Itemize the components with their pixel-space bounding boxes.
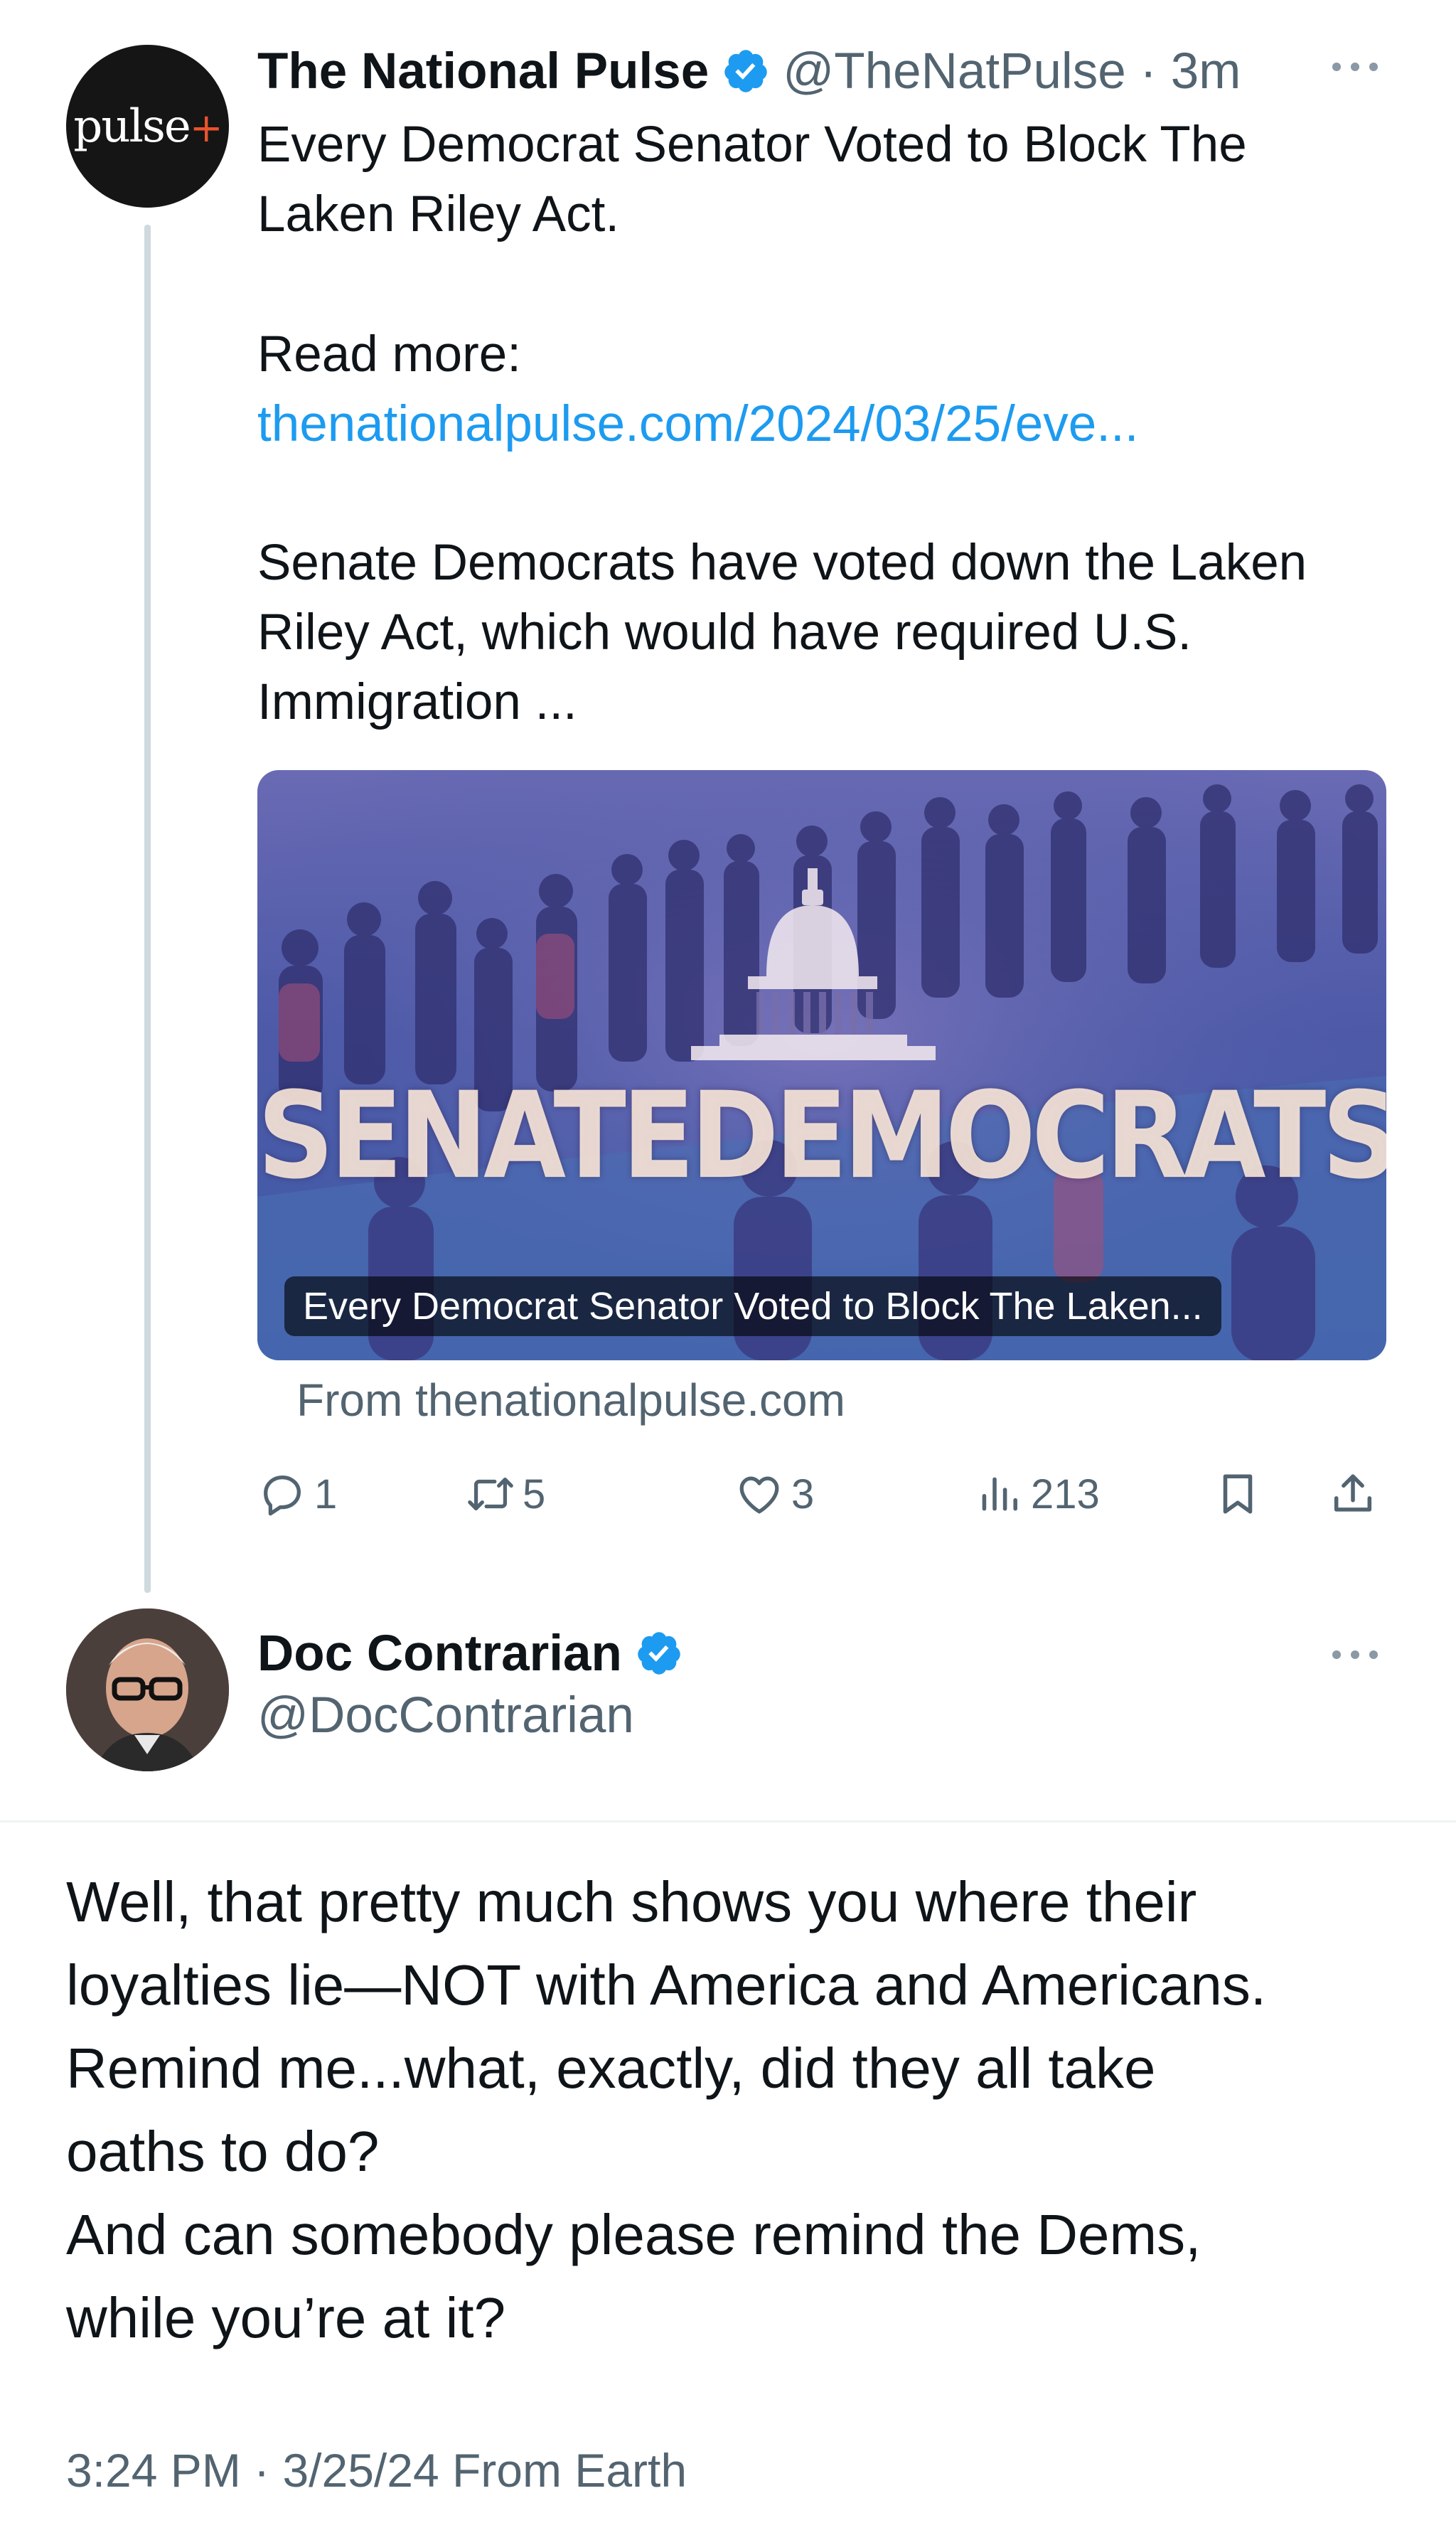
link-preview-card[interactable]: SENATEDEMOCRATS Every Democrat Senator V…: [257, 770, 1386, 1360]
share-button[interactable]: [1328, 1462, 1378, 1526]
reply-body-line: Remind me...what, exactly, did they all …: [66, 2037, 1156, 2100]
repost-icon: [468, 1477, 513, 1511]
views-button[interactable]: 213: [974, 1462, 1100, 1526]
verified-badge-icon: [724, 50, 767, 92]
like-icon: [739, 1476, 779, 1514]
article-link[interactable]: thenationalpulse.com/2024/03/25/eve...: [257, 390, 1381, 459]
reply-body-line: while you’re at it?: [66, 2286, 506, 2349]
views-count: 213: [1031, 1471, 1100, 1517]
national-pulse-avatar[interactable]: pulse+: [66, 45, 229, 208]
bookmark-button[interactable]: [1213, 1462, 1263, 1526]
card-source[interactable]: From thenationalpulse.com: [296, 1374, 845, 1426]
parent-handle-time[interactable]: @TheNatPulse · 3m: [783, 43, 1241, 100]
views-icon: [982, 1477, 1017, 1511]
reply-icon: [264, 1476, 301, 1516]
parent-tweet-read-more: Read more:: [257, 326, 521, 383]
bookmark-icon: [1223, 1474, 1253, 1514]
card-caption: Every Democrat Senator Voted to Block Th…: [284, 1276, 1221, 1336]
more-options-icon[interactable]: [1327, 1640, 1383, 1669]
reply-tweet-body: Well, that pretty much shows you where t…: [66, 1860, 1417, 2359]
reply-body-line: Well, that pretty much shows you where t…: [66, 1870, 1197, 1933]
reply-handle[interactable]: @DocContrarian: [257, 1687, 634, 1744]
reply-count: 1: [314, 1471, 338, 1517]
like-count: 3: [791, 1471, 815, 1517]
more-options-icon[interactable]: [1327, 53, 1383, 81]
reply-body-line: oaths to do?: [66, 2120, 380, 2183]
profile-photo: [66, 1608, 229, 1771]
reply-display-name[interactable]: Doc Contrarian: [257, 1625, 622, 1682]
card-image-text: SENATEDEMOCRATS: [257, 1067, 1386, 1206]
repost-button[interactable]: 5: [466, 1462, 545, 1526]
repost-count: 5: [523, 1471, 546, 1517]
verified-badge-icon: [638, 1632, 680, 1675]
thread-connector-line: [144, 225, 151, 1593]
like-button[interactable]: 3: [734, 1462, 814, 1526]
parent-tweet-headline: Every Democrat Senator Voted to Block Th…: [257, 117, 1247, 242]
card-image: [257, 770, 1386, 1360]
doc-contrarian-avatar[interactable]: [66, 1608, 229, 1771]
divider: [0, 1820, 1456, 1823]
parent-display-name[interactable]: The National Pulse: [257, 43, 709, 100]
tweet-timestamp[interactable]: 3:24 PM · 3/25/24 From Earth: [66, 2443, 687, 2497]
reply-button[interactable]: 1: [257, 1462, 337, 1526]
share-icon: [1334, 1474, 1372, 1512]
reply-body-line: And can somebody please remind the Dems,: [66, 2203, 1201, 2266]
parent-tweet-summary: Senate Democrats have voted down the Lak…: [257, 535, 1307, 730]
reply-tweet-header: Doc Contrarian: [257, 1618, 696, 1689]
pulse-logo-plus: +: [189, 105, 223, 151]
pulse-logo: pulse+: [73, 100, 223, 153]
parent-tweet-header: The National Pulse @TheNatPulse · 3m: [257, 36, 1241, 107]
reply-body-line: loyalties lie—NOT with America and Ameri…: [66, 1953, 1267, 2017]
